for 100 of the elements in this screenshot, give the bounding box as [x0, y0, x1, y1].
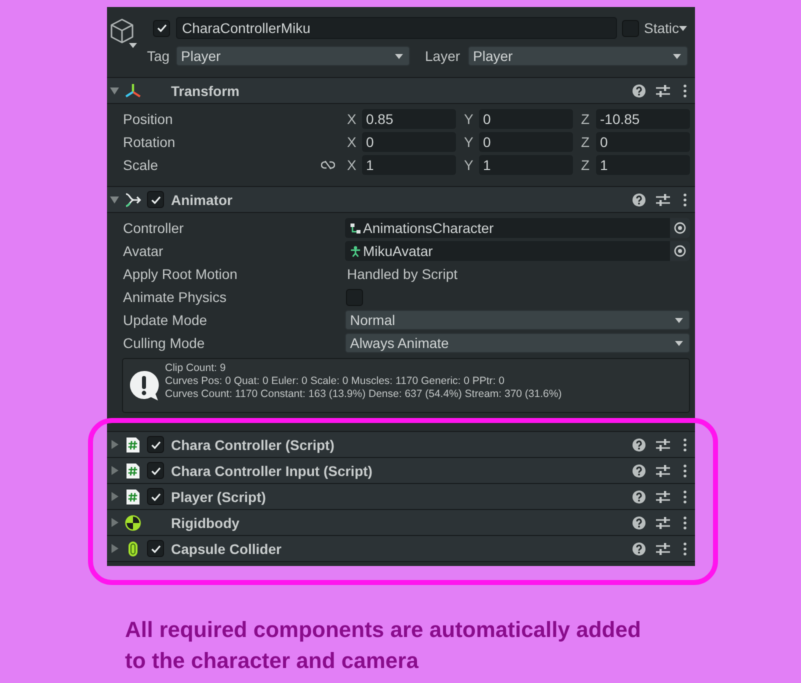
component-header[interactable]: Transform: [107, 78, 695, 104]
component-header[interactable]: Chara Controller (Script): [107, 432, 695, 458]
caption-text: All required components are automatically added to the character and camera: [125, 616, 642, 675]
help-icon[interactable]: [632, 464, 646, 478]
caret-icon: [675, 318, 683, 322]
object-field[interactable]: AnimationsCharacter: [345, 218, 690, 238]
help-icon[interactable]: [632, 84, 646, 98]
number-field[interactable]: 0.85: [362, 109, 456, 129]
component-header[interactable]: Animator: [107, 187, 695, 213]
component-header[interactable]: Player (Script): [107, 484, 695, 510]
help-icon[interactable]: [632, 542, 646, 556]
number-field[interactable]: 1: [596, 155, 690, 175]
sliders-icon[interactable]: [656, 464, 670, 478]
mode-dropdown[interactable]: Normal: [345, 310, 690, 330]
property-label: Update Mode: [123, 312, 208, 328]
axis-label: Y: [463, 134, 474, 150]
checkmark-icon: [150, 544, 160, 552]
more-options-icon[interactable]: [683, 542, 687, 556]
cube-icon[interactable]: [110, 18, 134, 44]
more-options-icon[interactable]: [683, 464, 687, 478]
more-options-icon[interactable]: [683, 84, 687, 98]
number-field[interactable]: 0: [362, 132, 456, 152]
script-file-icon: [126, 488, 140, 504]
enable-checkbox[interactable]: [147, 540, 164, 557]
component-title: Animator: [171, 192, 232, 208]
component-header[interactable]: Chara Controller Input (Script): [107, 458, 695, 484]
axis-label: Z: [580, 134, 591, 150]
component-header[interactable]: Rigidbody: [107, 510, 695, 536]
enable-checkbox[interactable]: [147, 462, 164, 479]
axes-icon: [125, 82, 141, 98]
component-title: Chara Controller Input (Script): [171, 462, 372, 478]
sliders-icon[interactable]: [656, 84, 670, 98]
more-options-icon[interactable]: [683, 516, 687, 530]
checkbox[interactable]: [346, 288, 363, 306]
help-icon[interactable]: [632, 490, 646, 504]
help-icon[interactable]: [632, 192, 646, 206]
checkmark-icon: [156, 24, 166, 32]
component-title: Rigidbody: [171, 514, 240, 530]
caret-icon[interactable]: [679, 26, 687, 30]
object-picker-button[interactable]: [670, 241, 690, 261]
foldout-arrow-icon[interactable]: [110, 492, 119, 501]
enable-checkbox[interactable]: [147, 436, 164, 453]
sliders-icon[interactable]: [656, 438, 670, 452]
property-label: Animate Physics: [123, 289, 226, 305]
axis-label: X: [346, 157, 358, 173]
script-file-icon: [126, 436, 140, 452]
object-field[interactable]: MikuAvatar: [345, 241, 690, 261]
help-icon[interactable]: [632, 516, 646, 530]
caret-icon[interactable]: [129, 43, 137, 48]
checkmark-icon: [150, 440, 160, 448]
layer-dropdown[interactable]: Player: [468, 46, 688, 66]
component-title: Transform: [171, 82, 240, 98]
target-icon: [674, 245, 686, 257]
number-field[interactable]: -10.85: [596, 109, 690, 129]
property-label: Rotation: [123, 134, 176, 150]
number-field[interactable]: 0: [596, 132, 690, 152]
foldout-arrow-icon[interactable]: [110, 518, 119, 527]
foldout-arrow-icon[interactable]: [110, 440, 119, 449]
caret-icon: [675, 340, 683, 346]
component-title: Player (Script): [171, 488, 266, 504]
more-options-icon[interactable]: [683, 192, 687, 206]
capsule-icon: [128, 540, 138, 556]
active-checkbox[interactable]: [153, 20, 170, 36]
property-label: Avatar: [123, 243, 164, 259]
tag-label: Tag: [147, 48, 171, 64]
object-picker-button[interactable]: [670, 218, 690, 238]
sliders-icon[interactable]: [656, 490, 670, 504]
static-checkbox[interactable]: [622, 20, 639, 36]
foldout-arrow-icon[interactable]: [110, 544, 119, 553]
number-field[interactable]: 0: [479, 109, 573, 129]
property-label: Apply Root Motion: [123, 266, 238, 282]
help-icon[interactable]: [632, 438, 646, 452]
caret-icon: [395, 54, 403, 58]
number-field[interactable]: 1: [362, 155, 456, 175]
property-label: Culling Mode: [123, 335, 205, 351]
enable-checkbox[interactable]: [147, 191, 164, 208]
enable-checkbox[interactable]: [147, 488, 164, 505]
axis-label: Z: [580, 111, 591, 127]
target-icon: [674, 222, 686, 234]
foldout-arrow-icon[interactable]: [110, 466, 119, 475]
tag-dropdown[interactable]: Player: [176, 46, 410, 66]
number-field[interactable]: 1: [479, 155, 573, 175]
component-header[interactable]: Capsule Collider: [107, 536, 695, 562]
foldout-arrow-icon[interactable]: [110, 195, 119, 204]
exclamation-bubble-icon: [129, 370, 159, 401]
axis-label: Z: [580, 157, 591, 173]
sliders-icon[interactable]: [656, 542, 670, 556]
property-label: Scale: [123, 157, 158, 173]
sliders-icon[interactable]: [656, 192, 670, 206]
name-field[interactable]: CharaControllerMiku: [176, 17, 617, 39]
more-options-icon[interactable]: [683, 438, 687, 452]
checkmark-icon: [150, 466, 160, 474]
mode-dropdown[interactable]: Always Animate: [345, 333, 690, 353]
broken-chain-icon[interactable]: [321, 160, 335, 170]
foldout-arrow-icon[interactable]: [110, 86, 119, 95]
number-field[interactable]: 0: [479, 132, 573, 152]
component-title: Capsule Collider: [171, 540, 282, 556]
sliders-icon[interactable]: [656, 516, 670, 530]
info-text-line: Curves Count: 1170 Constant: 163 (13.9%) Dense: 637 (54.4%) Stream: 370 (31.6%): [165, 388, 562, 401]
more-options-icon[interactable]: [683, 490, 687, 504]
